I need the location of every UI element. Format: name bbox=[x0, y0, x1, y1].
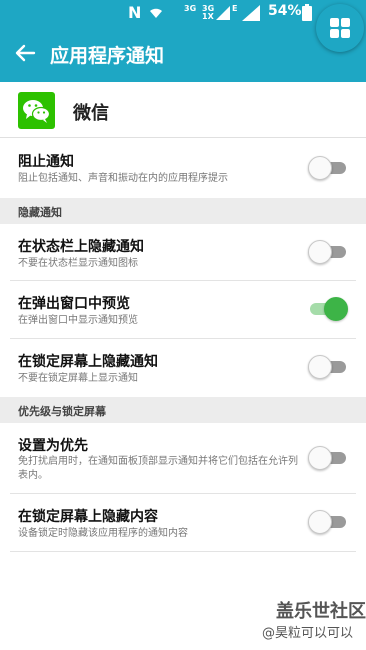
block-notifications-toggle[interactable] bbox=[308, 156, 348, 180]
popup-preview-title: 在弹出窗口中预览 bbox=[18, 296, 130, 312]
block-notifications-subtitle: 阻止包括通知、声音和振动在内的应用程序提示 bbox=[18, 173, 228, 184]
hide-content-toggle[interactable] bbox=[308, 510, 348, 534]
hide-lock-screen-toggle[interactable] bbox=[308, 355, 348, 379]
wifi-icon bbox=[150, 8, 162, 18]
hide-lock-screen-subtitle: 不要在锁定屏幕上显示通知 bbox=[18, 373, 138, 384]
watermark-user: @昊粒可以可以 bbox=[262, 626, 354, 641]
app-info-row: 微信 bbox=[0, 82, 366, 138]
hide-status-bar-row[interactable]: 在状态栏上隐藏通知 不要在状态栏显示通知图标 bbox=[0, 224, 366, 280]
app-name: 微信 bbox=[73, 103, 109, 124]
signal-bars-icon bbox=[216, 6, 230, 20]
set-priority-toggle[interactable] bbox=[308, 446, 348, 470]
hide-lock-screen-row[interactable]: 在锁定屏幕上隐藏通知 不要在锁定屏幕上显示通知 bbox=[0, 339, 366, 396]
signal-1x-label: 1X bbox=[202, 12, 214, 21]
hide-status-bar-title: 在状态栏上隐藏通知 bbox=[18, 239, 144, 255]
section-priority-label: 优先级与锁定屏幕 bbox=[18, 405, 106, 418]
signal-strength-icon bbox=[242, 5, 260, 21]
set-priority-row[interactable]: 设置为优先 免打扰启用时，在通知面板顶部显示通知并将它们包括在允许列表内。 bbox=[0, 423, 366, 493]
set-priority-title: 设置为优先 bbox=[18, 438, 88, 454]
watermark-community: 盖乐世社区 bbox=[276, 601, 366, 622]
n-notification-icon: N bbox=[128, 3, 142, 22]
hide-content-title: 在锁定屏幕上隐藏内容 bbox=[18, 509, 158, 525]
section-header-priority: 优先级与锁定屏幕 bbox=[0, 397, 366, 423]
app-bar: 应用程序通知 bbox=[0, 26, 366, 82]
popup-preview-toggle[interactable] bbox=[308, 297, 348, 321]
set-priority-subtitle: 免打扰启用时，在通知面板顶部显示通知并将它们包括在允许列表内。 bbox=[18, 456, 298, 481]
hide-lock-screen-title: 在锁定屏幕上隐藏通知 bbox=[18, 354, 158, 370]
page-title: 应用程序通知 bbox=[50, 45, 165, 67]
hide-status-bar-toggle[interactable] bbox=[308, 240, 348, 264]
divider bbox=[10, 551, 356, 552]
hide-content-row[interactable]: 在锁定屏幕上隐藏内容 设备锁定时隐藏该应用程序的通知内容 bbox=[0, 494, 366, 551]
signal-3g-label: 3G bbox=[184, 4, 197, 13]
block-notifications-row[interactable]: 阻止通知 阻止包括通知、声音和振动在内的应用程序提示 bbox=[0, 139, 366, 197]
hide-status-bar-subtitle: 不要在状态栏显示通知图标 bbox=[18, 258, 138, 269]
section-header-hide: 隐藏通知 bbox=[0, 198, 366, 224]
popup-preview-row[interactable]: 在弹出窗口中预览 在弹出窗口中显示通知预览 bbox=[0, 281, 366, 338]
battery-percent: 54% bbox=[268, 3, 302, 19]
grid-menu-button[interactable] bbox=[316, 4, 364, 52]
section-hide-label: 隐藏通知 bbox=[18, 206, 62, 219]
battery-icon bbox=[302, 4, 312, 21]
wechat-icon bbox=[18, 92, 55, 129]
block-notifications-title: 阻止通知 bbox=[18, 154, 74, 170]
status-bar: N 3G 3G 1X E 54% bbox=[0, 0, 366, 26]
back-arrow-icon[interactable] bbox=[12, 40, 38, 66]
popup-preview-subtitle: 在弹出窗口中显示通知预览 bbox=[18, 315, 138, 326]
network-type-label: E bbox=[232, 4, 238, 13]
hide-content-subtitle: 设备锁定时隐藏该应用程序的通知内容 bbox=[18, 528, 188, 539]
